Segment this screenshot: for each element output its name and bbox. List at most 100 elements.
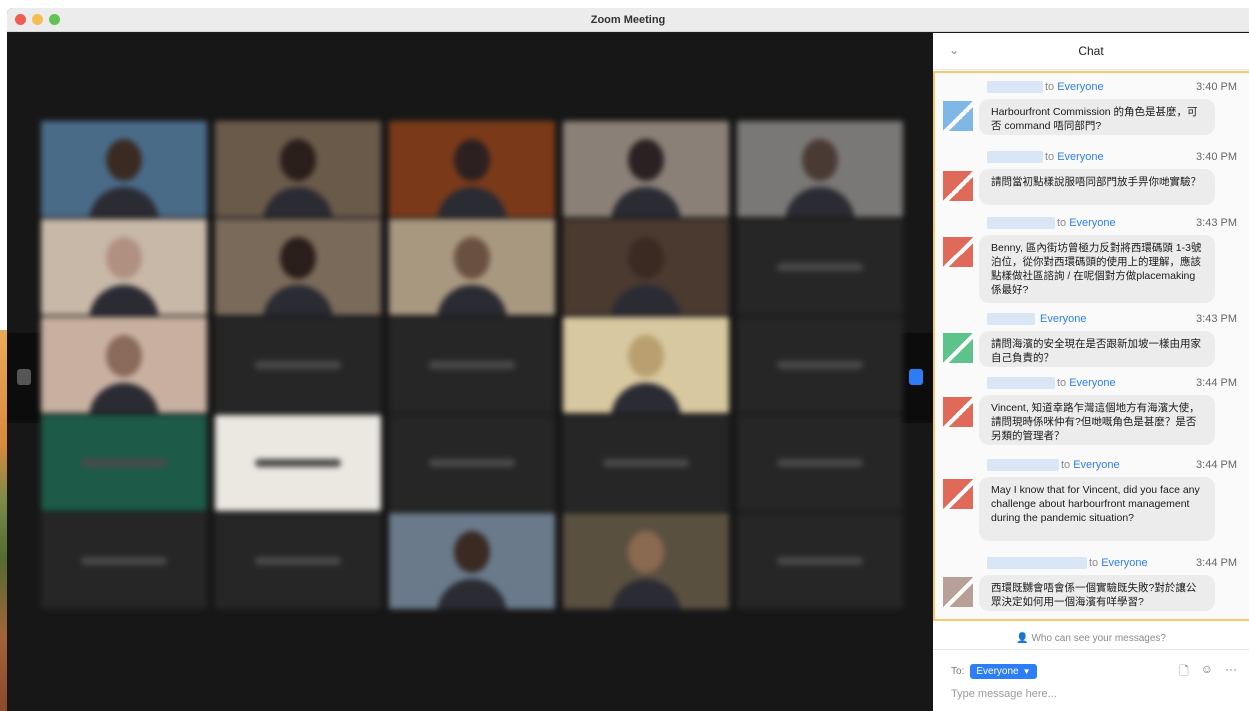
- message-meta: to Everyone 3:40 PM: [987, 81, 1237, 95]
- participant-tile[interactable]: [389, 415, 555, 511]
- participant-tile[interactable]: [215, 513, 381, 609]
- message-to-label: to: [1045, 81, 1055, 93]
- sender-name-redacted: [987, 459, 1059, 472]
- participant-video-body: [611, 579, 681, 609]
- message-bubble: Benny, 區內街坊曾極力反對將西環碼頭 1-3號泊位，從你對西環碼頭的使用上…: [979, 235, 1215, 303]
- chat-header: ⌄ Chat: [933, 33, 1249, 70]
- participant-tile[interactable]: [389, 121, 555, 217]
- chat-compose: To: Everyone ▼ 🗋 ☺ ···: [933, 649, 1249, 711]
- message-meta: to Everyone 3:43 PM: [987, 217, 1237, 231]
- participant-tile[interactable]: [41, 219, 207, 315]
- participant-video-body: [263, 285, 333, 315]
- participant-tile[interactable]: [737, 121, 903, 217]
- message-to-label: to: [1045, 151, 1055, 163]
- message-meta: to Everyone 3:40 PM: [987, 151, 1237, 165]
- participant-video-body: [89, 187, 159, 217]
- participant-tile[interactable]: [215, 415, 381, 511]
- participant-video: [628, 139, 664, 181]
- who-can-see-link[interactable]: 👤 Who can see your messages?: [933, 633, 1249, 644]
- avatar: [943, 101, 973, 131]
- emoji-icon[interactable]: ☺: [1201, 662, 1213, 683]
- participant-name-placeholder: [81, 557, 167, 565]
- participant-tile[interactable]: [389, 317, 555, 413]
- participant-video: [280, 139, 316, 181]
- close-window-button[interactable]: [15, 14, 26, 25]
- file-icon[interactable]: 🗋: [1179, 662, 1189, 683]
- gallery-prev-page-button[interactable]: [7, 333, 41, 423]
- participant-video-body: [437, 285, 507, 315]
- minimize-window-button[interactable]: [32, 14, 43, 25]
- chevron-right-icon: [909, 369, 923, 385]
- participant-name-placeholder: [603, 459, 689, 467]
- message-meta: to Everyone 3:44 PM: [987, 557, 1237, 571]
- avatar: [943, 397, 973, 427]
- video-gallery: [7, 33, 933, 711]
- participant-tile[interactable]: [41, 121, 207, 217]
- participant-video-body: [611, 187, 681, 217]
- recipient-value: Everyone: [976, 666, 1019, 677]
- participant-tile[interactable]: [41, 415, 207, 511]
- avatar: [943, 333, 973, 363]
- participant-tile[interactable]: [215, 121, 381, 217]
- message-time: 3:40 PM: [1196, 151, 1237, 163]
- participant-tile[interactable]: [563, 415, 729, 511]
- chat-message: to Everyone 3:44 PM Vincent, 知道幸路乍灣這個地方有海濱大…: [935, 377, 1249, 449]
- avatar: [943, 171, 973, 201]
- participant-video: [454, 531, 490, 573]
- message-time: 3:44 PM: [1196, 377, 1237, 389]
- message-time: 3:40 PM: [1196, 81, 1237, 93]
- participant-tile[interactable]: [563, 219, 729, 315]
- chat-message-list[interactable]: to Everyone 3:40 PM Harbourfront Commission…: [933, 71, 1249, 621]
- participant-tile[interactable]: [563, 513, 729, 609]
- participant-grid: [41, 121, 903, 621]
- chat-message: Everyone 3:43 PM 請問海濱的安全現在是否跟新加坡一樣由用家自己負責的…: [935, 313, 1249, 371]
- participant-tile[interactable]: [737, 317, 903, 413]
- participant-video: [802, 139, 838, 181]
- participant-tile[interactable]: [215, 317, 381, 413]
- participant-video-body: [437, 187, 507, 217]
- participant-tile[interactable]: [737, 415, 903, 511]
- more-options-icon[interactable]: ···: [1225, 662, 1237, 683]
- participant-tile[interactable]: [737, 219, 903, 315]
- participant-video: [106, 139, 142, 181]
- gallery-next-page-button[interactable]: [899, 333, 933, 423]
- participant-name-placeholder: [777, 263, 863, 271]
- message-meta: Everyone 3:43 PM: [987, 313, 1237, 327]
- message-input[interactable]: [951, 688, 1231, 700]
- participant-tile[interactable]: [563, 317, 729, 413]
- message-time: 3:44 PM: [1196, 459, 1237, 471]
- message-to-label: to: [1061, 459, 1071, 471]
- message-time: 3:43 PM: [1196, 313, 1237, 325]
- avatar: [943, 237, 973, 267]
- sender-name-redacted: [987, 217, 1055, 230]
- chat-message: to Everyone 3:44 PM 西環既嬲會唔會係一個實驗既失敗?對於讓公眾決定…: [935, 557, 1249, 615]
- participant-video: [454, 237, 490, 279]
- to-label: To:: [951, 666, 965, 677]
- message-meta: to Everyone 3:44 PM: [987, 459, 1237, 473]
- participant-tile[interactable]: [41, 317, 207, 413]
- participant-video: [106, 237, 142, 279]
- participant-tile[interactable]: [215, 219, 381, 315]
- participant-video: [280, 237, 316, 279]
- zoom-window: Zoom Meeting ⌄ Chat to Everyone 3:40 PM Har…: [7, 8, 1249, 711]
- participant-tile[interactable]: [737, 513, 903, 609]
- message-bubble: 西環既嬲會唔會係一個實驗既失敗?對於讓公眾決定如何用一個海濱有咩學習?: [979, 575, 1215, 611]
- participant-video-body: [785, 187, 855, 217]
- participant-tile[interactable]: [389, 219, 555, 315]
- recipient-dropdown[interactable]: Everyone ▼: [970, 664, 1037, 679]
- window-title: Zoom Meeting: [590, 13, 666, 26]
- people-icon: 👤: [1016, 633, 1029, 644]
- chat-panel: ⌄ Chat to Everyone 3:40 PM Harbourfront Com…: [933, 33, 1249, 711]
- participant-tile[interactable]: [389, 513, 555, 609]
- participant-tile[interactable]: [563, 121, 729, 217]
- maximize-window-button[interactable]: [49, 14, 60, 25]
- participant-tile[interactable]: [41, 513, 207, 609]
- message-bubble: May I know that for Vincent, did you fac…: [979, 477, 1215, 541]
- participant-video-body: [611, 285, 681, 315]
- participant-video-body: [611, 383, 681, 413]
- participant-name-placeholder: [777, 459, 863, 467]
- message-recipient: Everyone: [1057, 151, 1104, 163]
- participant-video-body: [437, 579, 507, 609]
- chevron-down-icon[interactable]: ⌄: [949, 43, 959, 57]
- participant-name-placeholder: [255, 459, 341, 467]
